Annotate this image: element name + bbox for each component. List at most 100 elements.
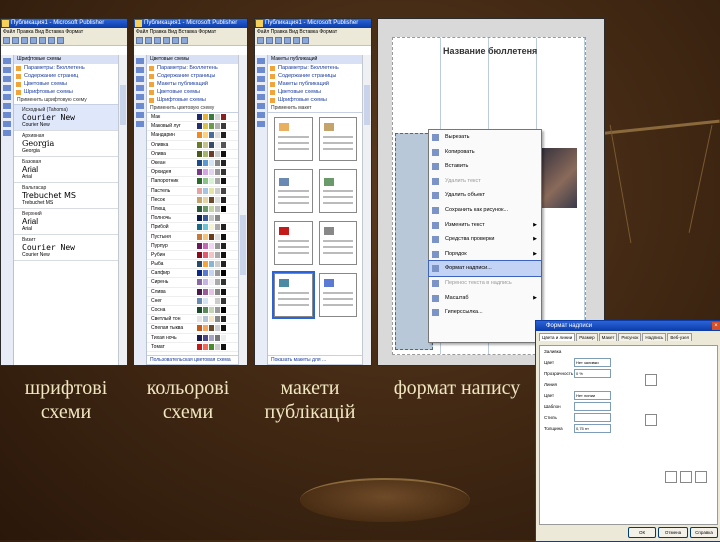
pane-link[interactable]: Шрифтовые схемы bbox=[14, 88, 119, 96]
custom-color-scheme-link[interactable]: Пользовательская цветовая схема bbox=[147, 355, 239, 365]
line-weight-input[interactable]: 0,75 пт bbox=[574, 424, 611, 433]
border-preset-icon[interactable] bbox=[665, 471, 677, 483]
print-icon[interactable] bbox=[284, 37, 291, 44]
color-scheme-item[interactable]: Папоротник bbox=[147, 177, 239, 187]
select-icon[interactable] bbox=[3, 58, 11, 64]
task-pane-scrollbar[interactable] bbox=[118, 55, 127, 365]
color-scheme-item[interactable]: Рубин bbox=[147, 251, 239, 260]
context-menu-item[interactable]: Порядок ▶ bbox=[429, 247, 541, 262]
context-menu-item[interactable]: Средства проверки ▶ bbox=[429, 232, 541, 247]
pane-link[interactable]: Содержание страницы bbox=[268, 72, 363, 80]
copy-icon[interactable] bbox=[48, 37, 55, 44]
context-menu-item[interactable]: Удалить текст bbox=[429, 174, 541, 189]
color-scheme-item[interactable]: Сапфир bbox=[147, 269, 239, 279]
menu-bar[interactable]: Файл Правка Вид Вставка Формат bbox=[134, 28, 247, 36]
border-preset-icon[interactable] bbox=[645, 374, 657, 386]
tab-web[interactable]: Веб-узел bbox=[667, 333, 693, 341]
context-menu-item[interactable]: Формат надписи... bbox=[428, 260, 542, 277]
oval-icon[interactable] bbox=[136, 121, 144, 127]
pane-link[interactable]: Цветовые схемы bbox=[147, 88, 239, 96]
save-icon[interactable] bbox=[21, 37, 28, 44]
context-menu-item[interactable]: Изменить текст ▶ bbox=[429, 218, 541, 233]
color-scheme-item[interactable]: Песок bbox=[147, 196, 239, 205]
menu-bar[interactable]: Файл Правка Вид Вставка Формат bbox=[255, 28, 371, 36]
copy-icon[interactable] bbox=[302, 37, 309, 44]
line-style-select[interactable] bbox=[574, 413, 611, 422]
tab-text-box[interactable]: Надпись bbox=[642, 333, 667, 341]
font-scheme-item[interactable]: Вальтасар Trebuchet MS Trebuchet MS bbox=[14, 183, 119, 209]
line-icon[interactable] bbox=[3, 103, 11, 109]
select-icon[interactable] bbox=[136, 58, 144, 64]
wordart-icon[interactable] bbox=[3, 85, 11, 91]
layout-thumbnail-selected[interactable] bbox=[272, 271, 315, 319]
scrollbar-thumb[interactable] bbox=[240, 215, 246, 275]
font-scheme-item[interactable]: Базовая Arial Arial bbox=[14, 157, 119, 183]
layout-thumbnail[interactable] bbox=[274, 169, 313, 213]
color-scheme-item[interactable]: Океан bbox=[147, 159, 239, 169]
layout-thumbnail[interactable] bbox=[318, 169, 357, 213]
color-scheme-item[interactable]: Маковый луг bbox=[147, 122, 239, 132]
show-layouts-link[interactable]: Показать макеты для ... bbox=[268, 355, 363, 365]
pane-link[interactable]: Содержание страницы bbox=[147, 72, 239, 80]
context-menu-item[interactable]: Удалить объект bbox=[429, 188, 541, 203]
tab-size[interactable]: Размер bbox=[576, 333, 598, 341]
border-preset-icon[interactable] bbox=[645, 414, 657, 426]
table-icon[interactable] bbox=[257, 76, 265, 82]
layout-thumbnail[interactable] bbox=[318, 273, 357, 317]
pane-link[interactable]: Шрифтовые схемы bbox=[147, 96, 239, 104]
text-box-icon[interactable] bbox=[136, 67, 144, 73]
picture-icon[interactable] bbox=[136, 94, 144, 100]
ok-button[interactable]: ОК bbox=[628, 527, 656, 538]
task-pane-scrollbar[interactable] bbox=[362, 55, 371, 365]
pane-link[interactable]: Макеты публикаций bbox=[147, 80, 239, 88]
new-icon[interactable] bbox=[257, 37, 264, 44]
layout-thumbnail[interactable] bbox=[274, 117, 313, 161]
tab-colors-lines[interactable]: Цвета и линии bbox=[539, 333, 576, 341]
fill-color-select[interactable]: Нет заливки bbox=[574, 358, 611, 367]
color-scheme-item[interactable]: Снег bbox=[147, 297, 239, 306]
color-scheme-item[interactable]: Полночь bbox=[147, 214, 239, 224]
color-scheme-item[interactable]: Пустыня bbox=[147, 232, 239, 242]
color-scheme-item[interactable]: Прибой bbox=[147, 223, 239, 233]
task-pane-title[interactable]: Цветовые схемы bbox=[147, 55, 239, 64]
wordart-icon[interactable] bbox=[257, 85, 265, 91]
copy-icon[interactable] bbox=[181, 37, 188, 44]
context-menu-item[interactable]: Сохранить как рисунок... bbox=[429, 203, 541, 218]
transparency-input[interactable]: 0 % bbox=[574, 369, 611, 378]
border-preset-icon[interactable] bbox=[680, 471, 692, 483]
color-scheme-item[interactable]: Олива bbox=[147, 150, 239, 159]
color-scheme-item[interactable]: Плющ bbox=[147, 205, 239, 215]
color-scheme-item[interactable]: Сосна bbox=[147, 306, 239, 316]
context-menu-item[interactable]: Вставить bbox=[429, 159, 541, 174]
cut-icon[interactable] bbox=[172, 37, 179, 44]
wordart-icon[interactable] bbox=[136, 85, 144, 91]
task-pane-scrollbar[interactable] bbox=[238, 55, 247, 365]
rectangle-icon[interactable] bbox=[3, 130, 11, 136]
pane-link[interactable]: Макеты публикаций bbox=[268, 80, 363, 88]
pane-link[interactable]: Цветовые схемы bbox=[268, 88, 363, 96]
select-icon[interactable] bbox=[257, 58, 265, 64]
color-scheme-item[interactable]: Пурпур bbox=[147, 242, 239, 251]
scrollbar-thumb[interactable] bbox=[364, 85, 370, 125]
text-box-icon[interactable] bbox=[257, 67, 265, 73]
print-icon[interactable] bbox=[30, 37, 37, 44]
color-scheme-item[interactable]: Светлый тон bbox=[147, 315, 239, 325]
context-menu-item[interactable]: Копировать bbox=[429, 145, 541, 160]
color-scheme-item[interactable]: Слива bbox=[147, 288, 239, 297]
color-scheme-item[interactable]: Орхидея bbox=[147, 168, 239, 178]
close-icon[interactable]: × bbox=[712, 322, 720, 330]
color-scheme-item[interactable]: Рыба bbox=[147, 260, 239, 270]
color-scheme-item[interactable]: Мак bbox=[147, 113, 239, 123]
line-pattern-select[interactable] bbox=[574, 402, 611, 411]
picture-icon[interactable] bbox=[3, 94, 11, 100]
save-icon[interactable] bbox=[154, 37, 161, 44]
tab-picture[interactable]: Рисунок bbox=[618, 333, 642, 341]
font-scheme-item[interactable]: Верхний Arial Arial bbox=[14, 209, 119, 235]
menu-bar[interactable]: Файл Правка Вид Вставка Формат bbox=[1, 28, 127, 36]
text-box-icon[interactable] bbox=[3, 67, 11, 73]
color-scheme-item[interactable]: Пастель bbox=[147, 187, 239, 196]
new-icon[interactable] bbox=[136, 37, 143, 44]
task-pane-title[interactable]: Макеты публикаций bbox=[268, 55, 363, 64]
cancel-button[interactable]: Отмена bbox=[658, 527, 688, 538]
pane-link[interactable]: Параметры: Бюллетень bbox=[147, 64, 239, 72]
